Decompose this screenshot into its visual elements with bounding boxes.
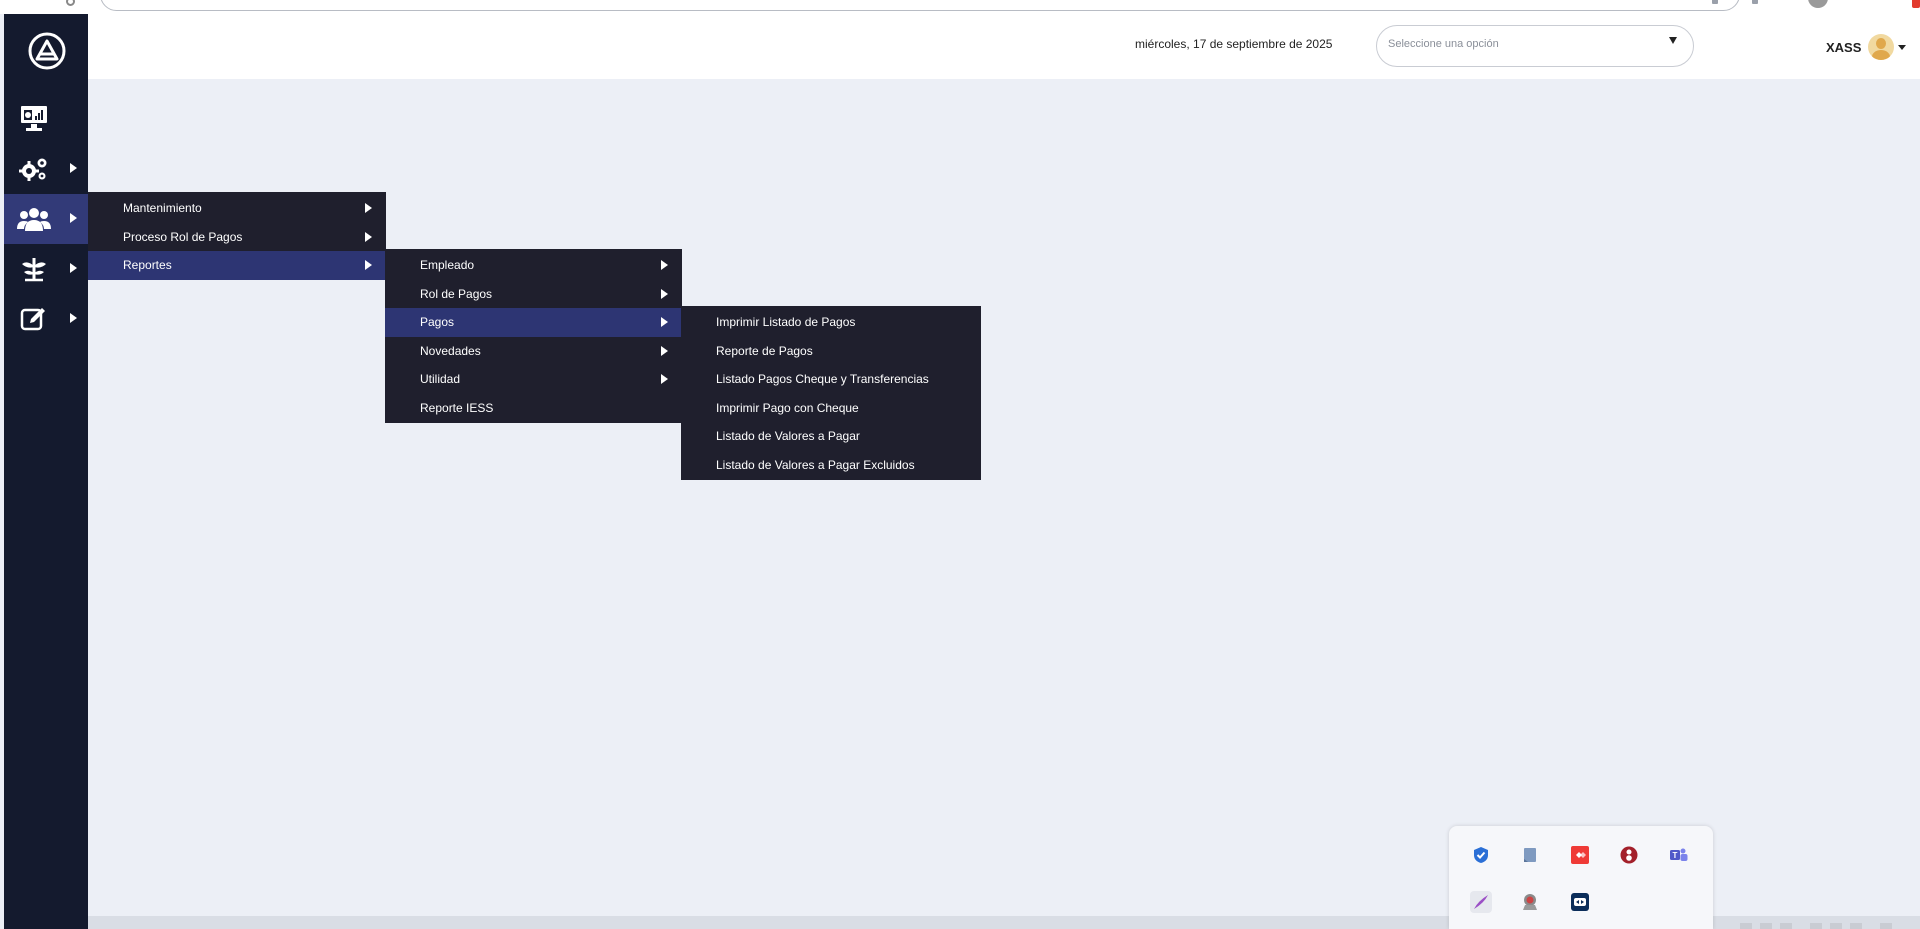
menu-item-label: Listado de Valores a Pagar [716, 429, 860, 444]
menu-item-label: Reportes [123, 258, 172, 273]
menu-item-label: Mantenimiento [123, 201, 202, 216]
browser-toolbar [0, 0, 1920, 14]
sidebar-item-dashboard[interactable] [4, 94, 88, 144]
svg-text:T: T [1673, 851, 1678, 860]
dropdown-arrow-icon [1669, 37, 1677, 44]
system-tray-popup: T [1449, 826, 1713, 929]
menu-item-mantenimiento[interactable]: Mantenimiento [88, 194, 386, 223]
anydesk-icon[interactable] [1569, 844, 1591, 866]
menu-item-rol-de-pagos[interactable]: Rol de Pagos [385, 280, 682, 309]
teamviewer-icon[interactable] [1569, 891, 1591, 913]
chevron-down-icon [1898, 44, 1907, 50]
submenu-arrow-icon [661, 317, 668, 327]
share-icon[interactable] [1752, 0, 1758, 4]
user-name: XASS [1826, 39, 1862, 55]
submenu-level2: Empleado Rol de Pagos Pagos Novedades Ut… [385, 249, 682, 423]
option-select[interactable]: Seleccione una opción [1376, 25, 1694, 67]
note-icon[interactable] [1519, 844, 1541, 866]
menu-item-label: Listado de Valores a Pagar Excluidos [716, 457, 915, 472]
submenu-arrow-icon [661, 374, 668, 384]
menu-item-empleado[interactable]: Empleado [385, 251, 682, 280]
caret-right-icon [70, 313, 77, 323]
menu-item-imprimir-listado-de-pagos[interactable]: Imprimir Listado de Pagos [681, 308, 981, 337]
teams-icon[interactable]: T [1668, 844, 1690, 866]
submenu-level1: Mantenimiento Proceso Rol de Pagos Repor… [88, 192, 386, 280]
menu-item-listado-valores-a-pagar-excluidos[interactable]: Listado de Valores a Pagar Excluidos [681, 451, 981, 480]
menu-item-label: Listado Pagos Cheque y Transferencias [716, 372, 929, 387]
menu-item-label: Novedades [420, 343, 481, 358]
notification-icon[interactable] [1912, 0, 1920, 8]
caret-right-icon [70, 213, 77, 223]
menu-item-reporte-de-pagos[interactable]: Reporte de Pagos [681, 337, 981, 366]
sidebar [4, 14, 88, 929]
plant-icon [16, 252, 52, 286]
app-logo[interactable] [28, 32, 66, 70]
select-placeholder: Seleccione una opción [1388, 38, 1499, 50]
menu-item-listado-valores-a-pagar[interactable]: Listado de Valores a Pagar [681, 422, 981, 451]
menu-item-proceso-rol-de-pagos[interactable]: Proceso Rol de Pagos [88, 223, 386, 252]
submenu-arrow-icon [661, 345, 668, 356]
sidebar-item-users[interactable] [4, 194, 88, 244]
users-group-icon [16, 202, 52, 236]
user-menu[interactable]: XASS [1826, 34, 1907, 60]
menu-item-label: Pagos [420, 315, 455, 330]
menu-item-label: Utilidad [420, 372, 461, 387]
extension-icon[interactable] [1712, 0, 1718, 4]
submenu-arrow-icon [365, 203, 372, 213]
gears-icon [16, 152, 52, 186]
caret-right-icon [70, 163, 77, 173]
submenu-arrow-icon [661, 288, 668, 299]
submenu-arrow-icon [661, 260, 668, 270]
edit-note-icon [16, 302, 52, 336]
submenu-arrow-icon [365, 231, 372, 242]
menu-item-reporte-iess[interactable]: Reporte IESS [385, 394, 682, 423]
menu-item-label: Reporte de Pagos [716, 343, 813, 358]
dashboard-monitor-icon [16, 102, 52, 136]
menu-item-pagos[interactable]: Pagos [385, 308, 682, 337]
menu-item-label: Empleado [420, 258, 475, 273]
profile-icon[interactable] [1808, 0, 1828, 8]
shield-check-icon[interactable] [1470, 844, 1492, 866]
feather-pen-icon[interactable] [1470, 891, 1492, 913]
reload-icon[interactable] [66, 0, 75, 6]
submenu-arrow-icon [365, 260, 372, 270]
taskbar-fragment [1740, 923, 1892, 929]
sidebar-item-plants[interactable] [4, 244, 88, 294]
menu-item-imprimir-pago-con-cheque[interactable]: Imprimir Pago con Cheque [681, 394, 981, 423]
menu-item-label: Reporte IESS [420, 400, 494, 415]
menu-item-listado-pagos-cheque-transferencias[interactable]: Listado Pagos Cheque y Transferencias [681, 365, 981, 394]
caret-right-icon [70, 263, 77, 273]
submenu-level3: Imprimir Listado de Pagos Reporte de Pag… [681, 306, 981, 480]
sidebar-item-settings[interactable] [4, 144, 88, 194]
menu-item-reportes[interactable]: Reportes [88, 251, 386, 280]
sidebar-item-edit[interactable] [4, 294, 88, 344]
menu-item-novedades[interactable]: Novedades [385, 337, 682, 366]
address-bar[interactable] [100, 0, 1740, 11]
red-circle-app-icon[interactable] [1618, 844, 1640, 866]
menu-item-label: Imprimir Pago con Cheque [716, 400, 859, 415]
current-date: miércoles, 17 de septiembre de 2025 [1135, 37, 1333, 51]
menu-item-label: Rol de Pagos [420, 286, 493, 301]
menu-item-utilidad[interactable]: Utilidad [385, 365, 682, 394]
menu-item-label: Imprimir Listado de Pagos [716, 315, 856, 330]
badge-icon[interactable] [1519, 891, 1541, 913]
avatar [1868, 34, 1895, 60]
menu-item-label: Proceso Rol de Pagos [123, 229, 243, 244]
